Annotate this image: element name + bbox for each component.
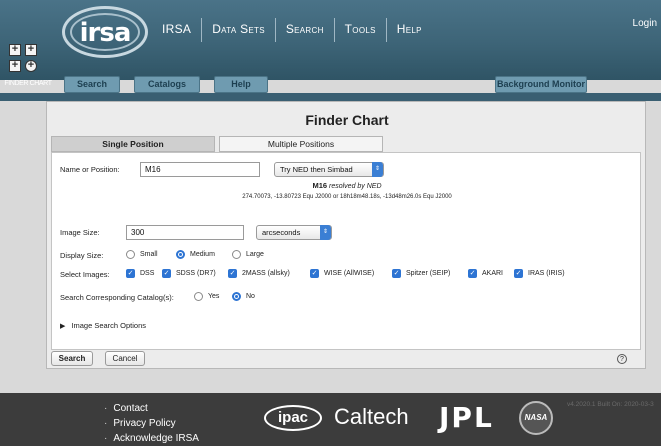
image-search-options-toggle[interactable]: ▶ Image Search Options [60, 321, 146, 330]
image-size-input[interactable] [126, 225, 244, 240]
name-position-input[interactable] [140, 162, 260, 177]
triangle-right-icon: ▶ [60, 323, 66, 330]
catalog-no-label: No [246, 293, 255, 300]
display-size-large-label: Large [246, 251, 264, 258]
finder-chart-icon[interactable]: + + + + [6, 42, 50, 78]
tab-multiple-positions[interactable]: Multiple Positions [219, 136, 383, 152]
subnav-search[interactable]: Search [64, 76, 120, 93]
spitzer-checkbox[interactable]: ✓ [392, 269, 401, 278]
plus-icon: + [9, 44, 21, 56]
plus-icon: + [25, 44, 37, 56]
2mass-label: 2MASS (allsky) [242, 270, 290, 277]
cancel-button[interactable]: Cancel [105, 351, 145, 366]
nasa-logo[interactable]: NASA [519, 401, 553, 435]
resolver-select[interactable]: Try NED then Simbad ⇕ [274, 162, 384, 177]
bullet-icon: · [104, 403, 108, 414]
dss-label: DSS [140, 270, 155, 277]
display-size-small-radio[interactable] [126, 250, 135, 259]
page-title: Finder Chart [305, 112, 389, 128]
footer-link-privacy[interactable]: · Privacy Policy [104, 416, 199, 431]
footer-link-acknowledge[interactable]: · Acknowledge IRSA [104, 431, 199, 446]
spitzer-label: Spitzer (SEIP) [406, 270, 451, 277]
irsa-logo[interactable]: irsa [62, 6, 148, 58]
display-size-small-label: Small [140, 251, 158, 258]
dss-checkbox[interactable]: ✓ [126, 269, 135, 278]
bullet-icon: · [104, 418, 108, 429]
image-size-unit-value: arcseconds [262, 228, 301, 237]
2mass-checkbox[interactable]: ✓ [228, 269, 237, 278]
iras-checkbox[interactable]: ✓ [514, 269, 523, 278]
caltech-logo[interactable]: Caltech [334, 404, 409, 430]
resolved-coordinates: 274.70073, -13.80723 Equ J2000 or 18h18m… [242, 194, 452, 200]
bullet-icon: · [104, 433, 108, 444]
catalog-yes-radio[interactable] [194, 292, 203, 301]
login-link[interactable]: Login [633, 18, 657, 29]
finder-chart-panel: Finder Chart Single Position Multiple Po… [46, 101, 646, 369]
subnav-catalogs[interactable]: Catalogs [134, 76, 200, 93]
nav-search[interactable]: Search [276, 18, 335, 42]
search-button[interactable]: Search [51, 351, 93, 366]
sdss-label: SDSS (DR7) [176, 270, 216, 277]
finder-chart-label: FINDER CHART [4, 80, 52, 87]
catalog-no-radio[interactable] [232, 292, 241, 301]
name-position-label: Name or Position: [60, 165, 120, 174]
nav-help[interactable]: Help [387, 18, 432, 42]
nav-data-sets[interactable]: Data Sets [202, 18, 276, 42]
resolved-name: M16 [312, 181, 328, 190]
wise-label: WISE (AllWISE) [324, 270, 375, 277]
nav-tools[interactable]: Tools [335, 18, 387, 42]
header-banner: irsa IRSA Data Sets Search Tools Help Lo… [0, 0, 661, 87]
resolved-by: resolved by NED [329, 183, 382, 190]
resolved-target: M16 resolved by NED [52, 181, 642, 190]
top-nav: IRSA Data Sets Search Tools Help [152, 18, 432, 42]
search-form: Name or Position: Try NED then Simbad ⇕ … [51, 152, 641, 350]
jpl-logo[interactable]: JPL [439, 401, 494, 434]
footer-link-label: Acknowledge IRSA [113, 433, 199, 444]
subnav-background-monitor[interactable]: Background Monitor [495, 76, 587, 93]
search-catalog-label: Search Corresponding Catalog(s): [60, 293, 174, 302]
chevron-updown-icon: ⇕ [372, 162, 383, 177]
crosshair-icon: + [25, 60, 37, 72]
wise-checkbox[interactable]: ✓ [310, 269, 319, 278]
chevron-updown-icon: ⇕ [320, 225, 331, 240]
resolver-value: Try NED then Simbad [280, 165, 353, 174]
logo-text: irsa [79, 18, 132, 48]
image-size-label: Image Size: [60, 228, 100, 237]
select-images-label: Select Images: [60, 270, 110, 279]
help-icon[interactable]: ? [617, 354, 627, 364]
display-size-label: Display Size: [60, 251, 104, 260]
display-size-medium-radio[interactable] [176, 250, 185, 259]
akari-label: AKARI [482, 270, 504, 277]
subnav-help[interactable]: Help [214, 76, 268, 93]
nav-irsa[interactable]: IRSA [152, 18, 203, 42]
image-size-unit-select[interactable]: arcseconds ⇕ [256, 225, 332, 240]
footer-link-label: Contact [113, 403, 148, 414]
version-text: v4.2020.1 Built On: 2020-03-3 [567, 401, 654, 408]
footer-links: · Contact · Privacy Policy · Acknowledge IR… [104, 401, 199, 446]
plus-icon: + [9, 60, 21, 72]
tab-single-position[interactable]: Single Position [51, 136, 215, 152]
footer-link-contact[interactable]: · Contact [104, 401, 199, 416]
display-size-large-radio[interactable] [232, 250, 241, 259]
spacer [0, 369, 661, 393]
footer-link-label: Privacy Policy [113, 418, 176, 429]
catalog-yes-label: Yes [208, 293, 220, 300]
akari-checkbox[interactable]: ✓ [468, 269, 477, 278]
sdss-checkbox[interactable]: ✓ [162, 269, 171, 278]
display-size-medium-label: Medium [190, 251, 215, 258]
image-search-options-label: Image Search Options [71, 321, 147, 330]
iras-label: IRAS (IRIS) [528, 270, 565, 277]
ipac-logo[interactable]: ipac [264, 405, 322, 431]
footer: · Contact · Privacy Policy · Acknowledge IR… [0, 393, 661, 446]
nav-strip [0, 93, 661, 101]
